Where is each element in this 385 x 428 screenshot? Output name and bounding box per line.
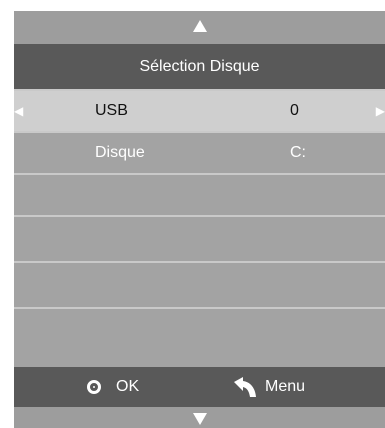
empty-list-row [14,217,385,257]
empty-list-row [14,309,385,367]
item-value: C: [290,144,306,161]
list-item-usb[interactable]: ◀ USB 0 ▶ [14,91,385,131]
ok-label[interactable]: OK [116,367,139,407]
item-label: Disque [95,144,145,161]
footer-bar: OK Menu [14,367,385,407]
menu-label[interactable]: Menu [265,367,305,407]
circle-dot-icon[interactable] [87,380,101,394]
list-item-disque[interactable]: Disque C: [14,133,385,173]
page-title: Sélection Disque [139,57,260,75]
scroll-down-area[interactable] [14,407,385,428]
title-bar: Sélection Disque [14,44,385,89]
triangle-down-icon[interactable] [192,413,207,425]
item-value: 0 [290,102,299,119]
triangle-up-icon[interactable] [192,20,207,32]
scroll-up-area[interactable] [14,11,385,44]
right-arrow-icon[interactable]: ▶ [376,91,385,131]
empty-list-row [14,175,385,215]
item-label: USB [95,102,128,119]
empty-list-row [14,263,385,303]
disk-selection-panel: Sélection Disque ◀ USB 0 ▶ Disque C: OK … [14,11,385,428]
return-arrow-icon[interactable] [232,377,258,399]
left-arrow-icon[interactable]: ◀ [14,91,23,131]
